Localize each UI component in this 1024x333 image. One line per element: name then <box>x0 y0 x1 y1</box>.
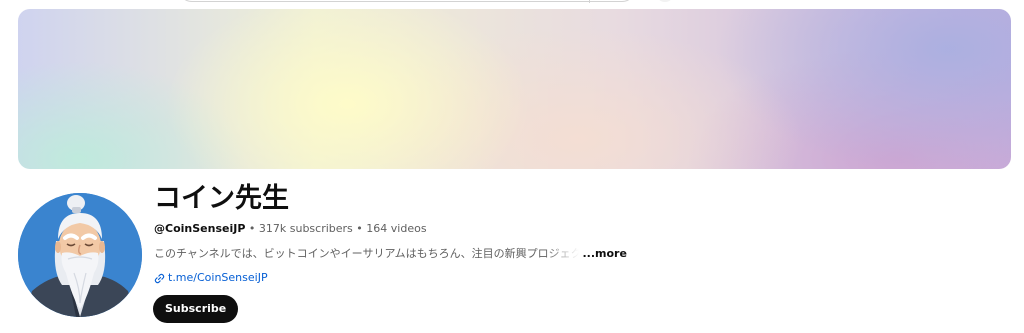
channel-name: コイン先生 <box>154 183 289 214</box>
channel-page: コイン先生 @CoinSenseiJP • 317k subscribers •… <box>0 0 1024 333</box>
old-sage-avatar-icon <box>18 193 142 317</box>
description-text: このチャンネルでは、ビットコインやイーサリアムはもちろん、注目の新興プロジェクト… <box>154 247 579 260</box>
meta-separator: • <box>245 222 259 235</box>
channel-banner <box>18 9 1011 169</box>
meta-separator: • <box>352 222 367 235</box>
channel-handle[interactable]: @CoinSenseiJP <box>154 222 245 235</box>
channel-meta: @CoinSenseiJP • 317k subscribers • 164 v… <box>154 221 427 237</box>
link-icon <box>154 273 165 284</box>
subscribe-button[interactable]: Subscribe <box>153 295 239 323</box>
link-text[interactable]: t.me/CoinSenseiJP <box>168 270 268 286</box>
search-bar[interactable] <box>178 0 636 3</box>
more-button[interactable]: ...more <box>583 247 627 260</box>
subscriber-count: 317k subscribers <box>258 222 353 235</box>
channel-avatar[interactable] <box>18 193 142 317</box>
voice-search-icon[interactable] <box>656 0 674 2</box>
channel-link[interactable]: t.me/CoinSenseiJP <box>154 270 268 286</box>
channel-description[interactable]: このチャンネルでは、ビットコインやイーサリアムはもちろん、注目の新興プロジェクト… <box>154 246 627 262</box>
video-count: 164 videos <box>366 222 427 235</box>
search-divider <box>589 0 590 3</box>
